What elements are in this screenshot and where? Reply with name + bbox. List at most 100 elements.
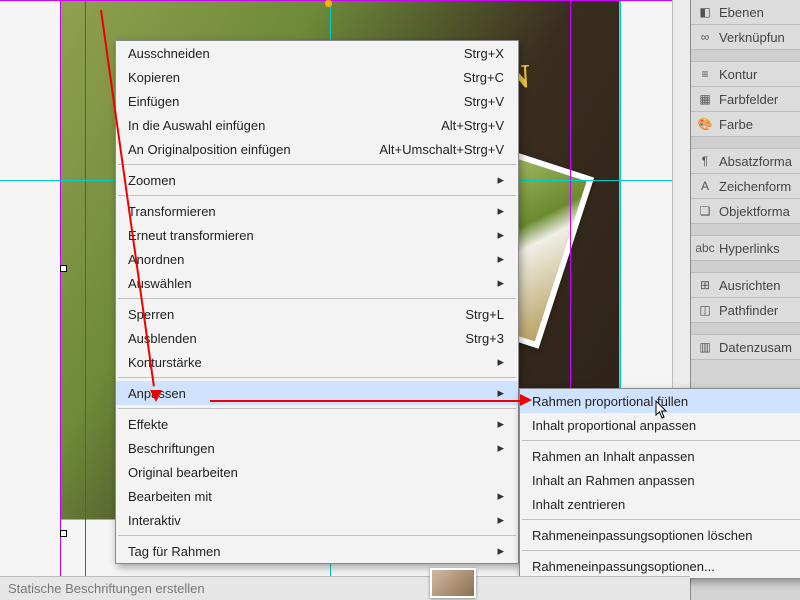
panel-layers[interactable]: ◧Ebenen: [691, 0, 800, 25]
menu-item-shortcut: Strg+L: [465, 307, 504, 322]
menu-item[interactable]: SperrenStrg+L: [116, 302, 518, 326]
menu-item[interactable]: KopierenStrg+C: [116, 65, 518, 89]
mouse-cursor-icon: [655, 400, 669, 420]
guide[interactable]: [60, 0, 61, 600]
panel-color[interactable]: 🎨Farbe: [691, 112, 800, 137]
selection-handle[interactable]: [60, 265, 67, 272]
panel-label: Farbe: [719, 117, 753, 132]
submenu-item[interactable]: Rahmeneinpassungsoptionen löschen: [520, 523, 800, 547]
status-bar: Statische Beschriftungen erstellen: [0, 576, 690, 600]
menu-separator: [118, 164, 516, 165]
submenu-item[interactable]: Rahmen an Inhalt anpassen: [520, 444, 800, 468]
paragraph-styles-icon: ¶: [697, 153, 713, 169]
menu-item-label: Auswählen: [128, 276, 491, 291]
panel-hyperlinks[interactable]: abcHyperlinks: [691, 236, 800, 261]
thumbnail: [430, 568, 476, 598]
menu-separator: [522, 550, 800, 551]
menu-item[interactable]: Interaktiv: [116, 508, 518, 532]
context-menu: AusschneidenStrg+XKopierenStrg+CEinfügen…: [115, 40, 519, 564]
submenu-item[interactable]: Inhalt an Rahmen anpassen: [520, 468, 800, 492]
menu-separator: [118, 377, 516, 378]
menu-item[interactable]: Anordnen: [116, 247, 518, 271]
menu-item-label: Interaktiv: [128, 513, 491, 528]
menu-separator: [118, 408, 516, 409]
panel-label: Zeichenform: [719, 179, 791, 194]
panel-stroke[interactable]: ≡ Kontur: [691, 62, 800, 87]
panel-pathfinder[interactable]: ◫ Pathfinder: [691, 298, 800, 323]
menu-item-shortcut: Strg+V: [464, 94, 504, 109]
menu-item[interactable]: Transformieren: [116, 199, 518, 223]
menu-item-label: An Originalposition einfügen: [128, 142, 379, 157]
menu-item-shortcut: Strg+3: [465, 331, 504, 346]
menu-item[interactable]: Effekte: [116, 412, 518, 436]
pathfinder-icon: ◫: [697, 302, 713, 318]
hyperlinks-icon: abc: [697, 240, 713, 256]
menu-item[interactable]: AusschneidenStrg+X: [116, 41, 518, 65]
menu-separator: [118, 195, 516, 196]
menu-item[interactable]: Auswählen: [116, 271, 518, 295]
panel-label: Ausrichten: [719, 278, 780, 293]
panel-label: Verknüpfun: [719, 30, 785, 45]
menu-separator: [118, 298, 516, 299]
menu-item[interactable]: EinfügenStrg+V: [116, 89, 518, 113]
panel-gap: [691, 50, 800, 62]
panel-align[interactable]: ⊞Ausrichten: [691, 273, 800, 298]
menu-item-label: Anpassen: [128, 386, 491, 401]
panel-character-styles[interactable]: A Zeichenform: [691, 174, 800, 199]
panel-label: Farbfelder: [719, 92, 778, 107]
menu-item-shortcut: Alt+Umschalt+Strg+V: [379, 142, 504, 157]
menu-item[interactable]: Beschriftungen: [116, 436, 518, 460]
menu-item[interactable]: Erneut transformieren: [116, 223, 518, 247]
panel-gap: [691, 137, 800, 149]
character-styles-icon: A: [697, 178, 713, 194]
panel-paragraph-styles[interactable]: ¶ Absatzforma: [691, 149, 800, 174]
menu-item-shortcut: Alt+Strg+V: [441, 118, 504, 133]
menu-item-label: Transformieren: [128, 204, 491, 219]
menu-item-label: Ausblenden: [128, 331, 465, 346]
links-icon: ∞: [697, 29, 713, 45]
panel-object-styles[interactable]: ❏Objektforma: [691, 199, 800, 224]
menu-item-label: Konturstärke: [128, 355, 491, 370]
menu-item-label: Zoomen: [128, 173, 491, 188]
menu-separator: [118, 535, 516, 536]
menu-item[interactable]: Original bearbeiten: [116, 460, 518, 484]
submenu-item[interactable]: Inhalt zentrieren: [520, 492, 800, 516]
menu-item[interactable]: Zoomen: [116, 168, 518, 192]
menu-item-label: Bearbeiten mit: [128, 489, 491, 504]
panel-label: Kontur: [719, 67, 757, 82]
menu-item-label: Einfügen: [128, 94, 464, 109]
menu-item-label: Original bearbeiten: [128, 465, 504, 480]
menu-item-label: Erneut transformieren: [128, 228, 491, 243]
menu-item[interactable]: Anpassen: [116, 381, 518, 405]
menu-item[interactable]: Tag für Rahmen: [116, 539, 518, 563]
menu-item-label: Tag für Rahmen: [128, 544, 491, 559]
panel-links[interactable]: ∞ Verknüpfun: [691, 25, 800, 50]
menu-item-label: Beschriftungen: [128, 441, 491, 456]
panel-label: Pathfinder: [719, 303, 778, 318]
guide[interactable]: [0, 0, 690, 1]
status-text: Statische Beschriftungen erstellen: [8, 581, 205, 596]
menu-item[interactable]: Bearbeiten mit: [116, 484, 518, 508]
menu-item[interactable]: Konturstärke: [116, 350, 518, 374]
menu-item[interactable]: AusblendenStrg+3: [116, 326, 518, 350]
menu-separator: [522, 440, 800, 441]
selection-handle[interactable]: [60, 530, 67, 537]
layers-icon: ◧: [697, 4, 713, 20]
menu-item-label: Anordnen: [128, 252, 491, 267]
object-styles-icon: ❏: [697, 203, 713, 219]
panel-swatches[interactable]: ▦Farbfelder: [691, 87, 800, 112]
menu-item-label: Sperren: [128, 307, 465, 322]
menu-separator: [522, 519, 800, 520]
submenu-item[interactable]: Rahmeneinpassungsoptionen...: [520, 554, 800, 578]
menu-item[interactable]: An Originalposition einfügenAlt+Umschalt…: [116, 137, 518, 161]
menu-item-shortcut: Strg+C: [463, 70, 504, 85]
panel-label: Absatzforma: [719, 154, 792, 169]
panel-label: Datenzusam: [719, 340, 792, 355]
panel-data-merge[interactable]: ▥Datenzusam: [691, 335, 800, 360]
menu-item[interactable]: In die Auswahl einfügenAlt+Strg+V: [116, 113, 518, 137]
guide[interactable]: [85, 0, 86, 600]
menu-item-label: Kopieren: [128, 70, 463, 85]
stroke-icon: ≡: [697, 66, 713, 82]
anchor-handle[interactable]: [325, 0, 332, 7]
panel-gap: [691, 224, 800, 236]
